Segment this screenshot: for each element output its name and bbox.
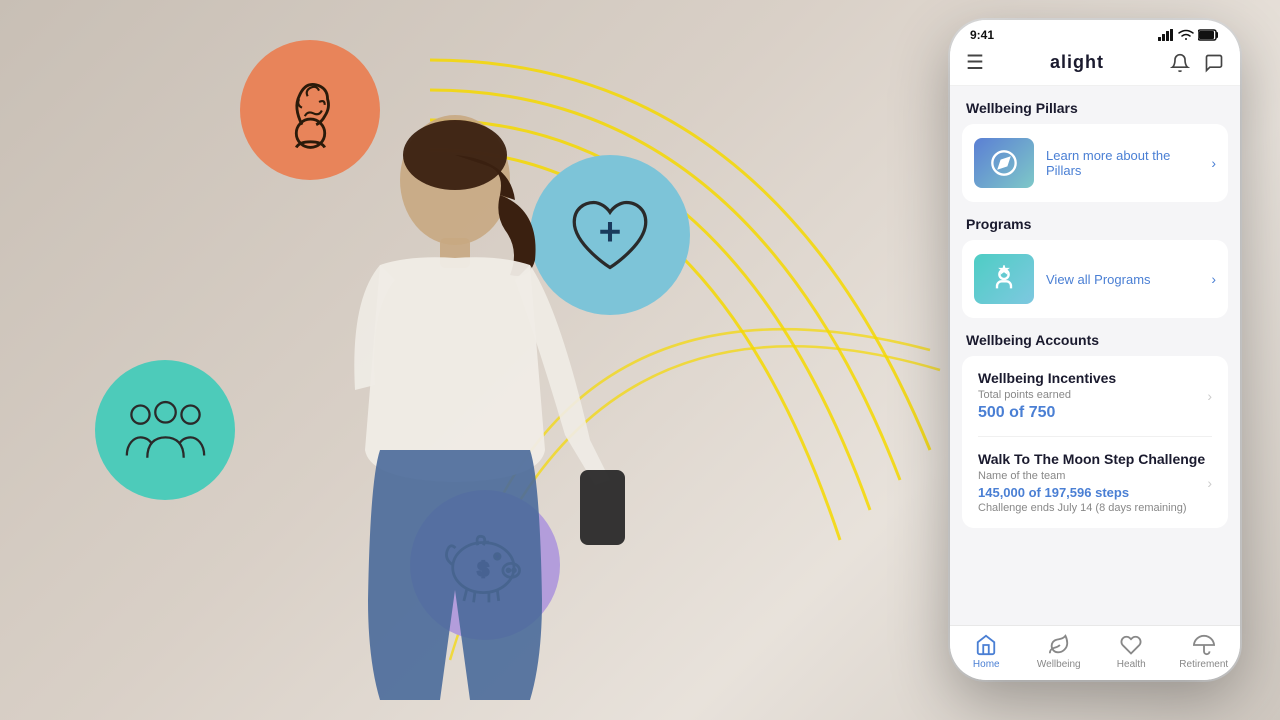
programs-title: Programs xyxy=(950,216,1240,240)
step-challenge-info: Walk To The Moon Step Challenge Name of … xyxy=(978,451,1207,514)
signal-icon xyxy=(1158,29,1174,41)
nav-wellbeing-label: Wellbeing xyxy=(1037,659,1081,670)
programs-link[interactable]: View all Programs xyxy=(1046,272,1199,287)
nav-home[interactable]: Home xyxy=(950,634,1023,670)
step-challenge-chevron: › xyxy=(1207,475,1212,491)
umbrella-icon xyxy=(1193,634,1215,656)
pillars-title: Wellbeing Pillars xyxy=(950,100,1240,124)
menu-icon[interactable]: ☰ xyxy=(966,50,984,75)
step-challenge-desc: Challenge ends July 14 (8 days remaining… xyxy=(978,502,1207,514)
incentives-info: Wellbeing Incentives Total points earned… xyxy=(978,370,1207,422)
incentives-row[interactable]: Wellbeing Incentives Total points earned… xyxy=(962,356,1228,436)
programs-image xyxy=(974,254,1034,304)
step-challenge-subtitle: Name of the team xyxy=(978,470,1207,482)
leaf-icon xyxy=(1048,634,1070,656)
incentives-title: Wellbeing Incentives xyxy=(978,370,1207,386)
home-icon xyxy=(975,634,997,656)
health-nav-icon xyxy=(1120,634,1142,656)
nav-retirement-label: Retirement xyxy=(1179,659,1228,670)
pillars-row[interactable]: Learn more about the Pillars › xyxy=(962,124,1228,202)
chat-icon[interactable] xyxy=(1204,53,1224,73)
programs-row[interactable]: View all Programs › xyxy=(962,240,1228,318)
nav-health-label: Health xyxy=(1117,659,1146,670)
nav-wellbeing[interactable]: Wellbeing xyxy=(1023,634,1096,670)
incentives-chevron: › xyxy=(1207,388,1212,404)
pillars-image xyxy=(974,138,1034,188)
step-challenge-title: Walk To The Moon Step Challenge xyxy=(978,451,1207,467)
pillars-link[interactable]: Learn more about the Pillars xyxy=(1046,148,1199,178)
app-logo: alight xyxy=(1050,52,1104,73)
status-bar: 9:41 xyxy=(950,20,1240,46)
programs-card[interactable]: View all Programs › xyxy=(962,240,1228,318)
wifi-icon xyxy=(1178,29,1194,41)
person-figure xyxy=(280,100,630,700)
incentives-value: 500 of 750 xyxy=(978,404,1207,422)
team-circle xyxy=(95,360,235,500)
phone-header: ☰ alight xyxy=(950,46,1240,86)
person-star-icon xyxy=(990,265,1018,293)
step-challenge-row[interactable]: Walk To The Moon Step Challenge Name of … xyxy=(962,437,1228,528)
compass-icon xyxy=(990,149,1018,177)
pillars-chevron: › xyxy=(1211,155,1216,171)
pillars-card[interactable]: Learn more about the Pillars › xyxy=(962,124,1228,202)
bell-icon[interactable] xyxy=(1170,53,1190,73)
header-icons xyxy=(1170,53,1224,73)
step-challenge-value: 145,000 of 197,596 steps xyxy=(978,485,1207,500)
phone-mockup: 9:41 ☰ alight xyxy=(950,20,1240,680)
team-icon xyxy=(120,385,211,476)
programs-chevron: › xyxy=(1211,271,1216,287)
nav-home-label: Home xyxy=(973,659,1000,670)
phone-content: Wellbeing Pillars Learn more about the P… xyxy=(950,86,1240,625)
status-icons xyxy=(1158,29,1220,41)
battery-icon xyxy=(1198,29,1220,41)
incentives-subtitle: Total points earned xyxy=(978,389,1207,401)
accounts-title: Wellbeing Accounts xyxy=(950,332,1240,356)
nav-health[interactable]: Health xyxy=(1095,634,1168,670)
status-time: 9:41 xyxy=(970,28,994,42)
bottom-nav: Home Wellbeing Health Retirement xyxy=(950,625,1240,680)
incentives-card[interactable]: Wellbeing Incentives Total points earned… xyxy=(962,356,1228,528)
nav-retirement[interactable]: Retirement xyxy=(1168,634,1241,670)
